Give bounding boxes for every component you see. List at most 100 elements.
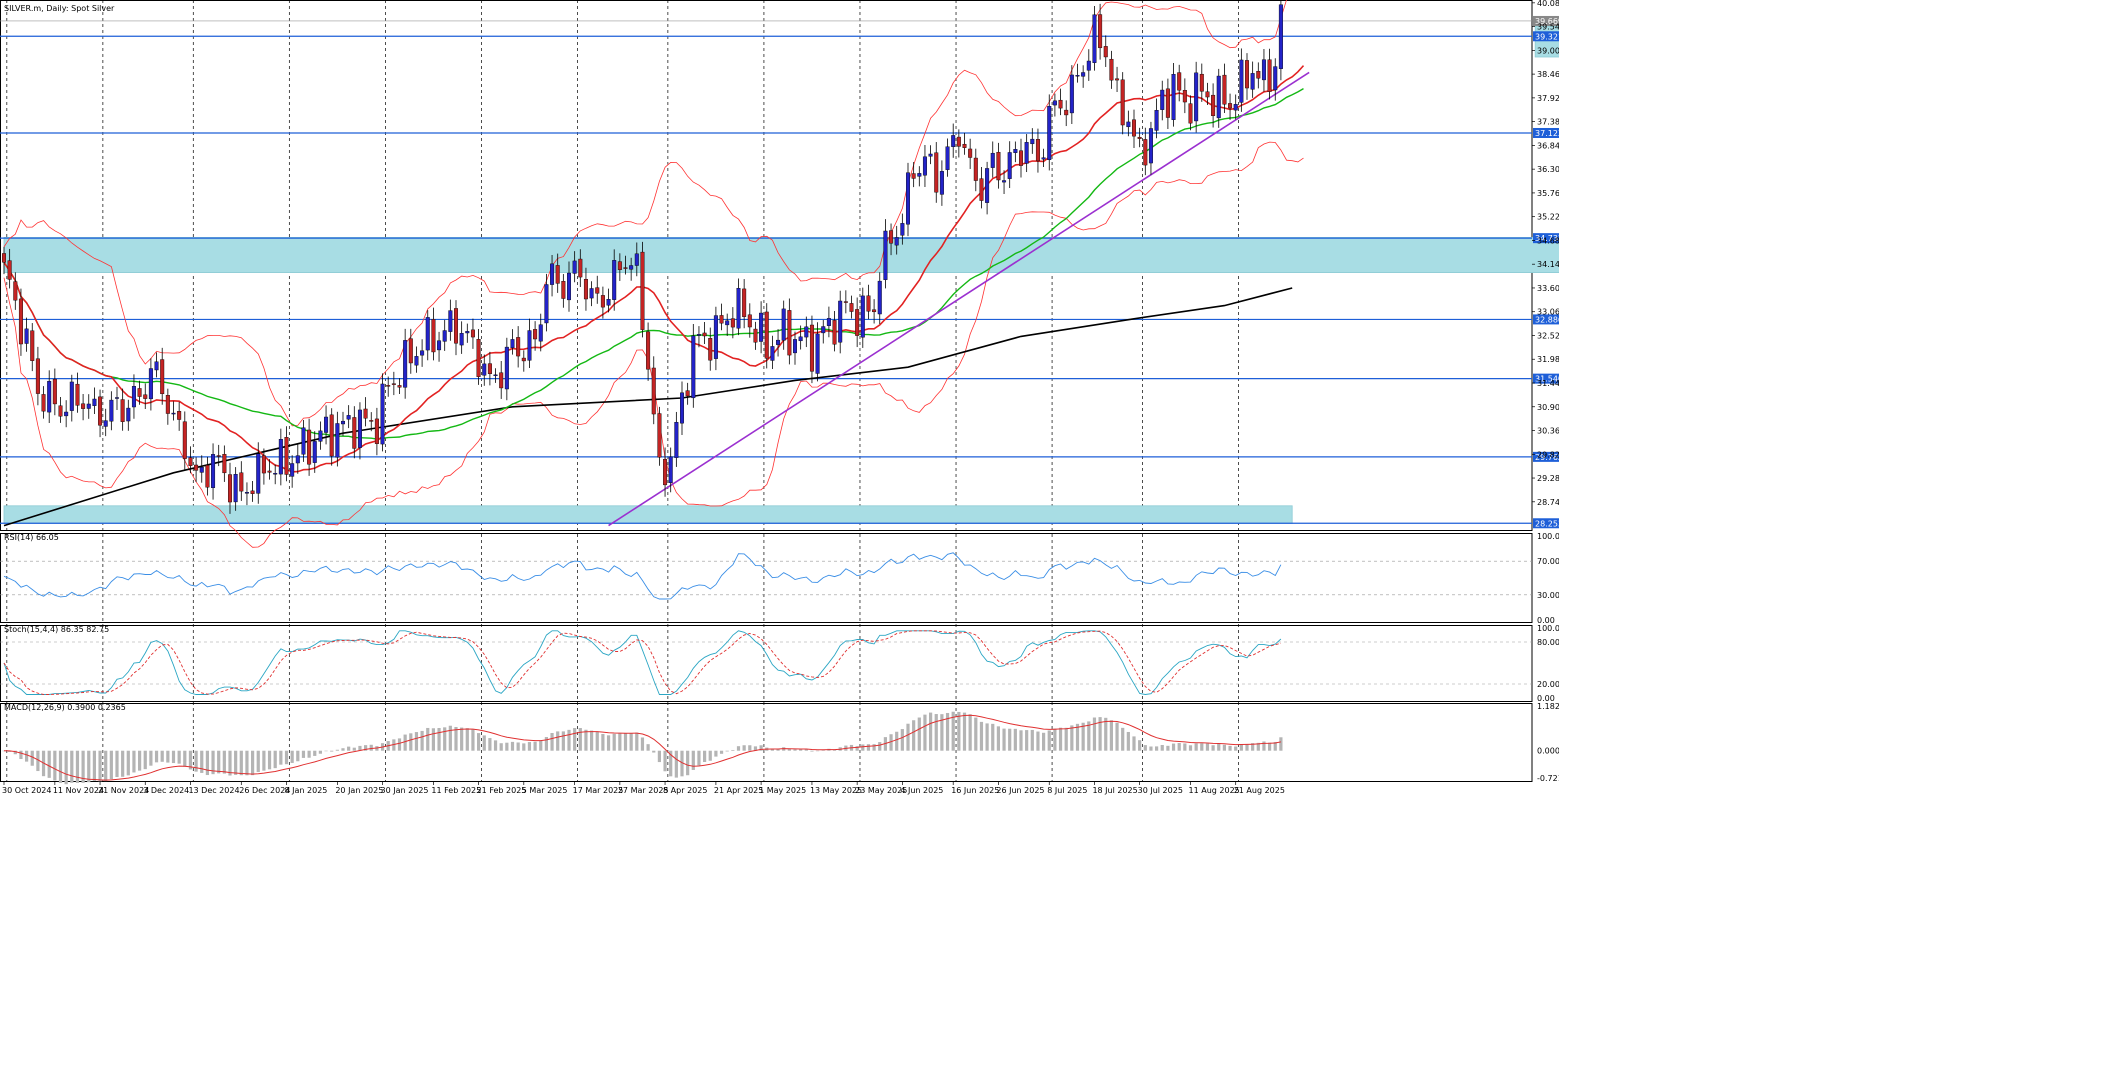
candle-body[interactable]: [1261, 59, 1266, 81]
candle-body[interactable]: [753, 328, 758, 343]
candle-body[interactable]: [1244, 60, 1249, 89]
candle-body[interactable]: [657, 413, 662, 458]
candle-body[interactable]: [52, 378, 57, 405]
candle-body[interactable]: [1137, 136, 1142, 139]
candle-body[interactable]: [69, 381, 74, 411]
candle-body[interactable]: [2, 253, 6, 263]
candle-body[interactable]: [1148, 128, 1153, 164]
candle-body[interactable]: [222, 454, 227, 474]
candle-body[interactable]: [985, 168, 990, 203]
macd-panel[interactable]: 1.1828 0.0000 -0.7218: [2, 702, 1559, 785]
candle-body[interactable]: [555, 265, 560, 284]
candle-body[interactable]: [663, 459, 668, 486]
candle-body[interactable]: [939, 171, 944, 195]
candle-body[interactable]: [1228, 103, 1233, 109]
candle-body[interactable]: [307, 429, 312, 465]
candle-body[interactable]: [171, 412, 176, 415]
candle-body[interactable]: [1273, 66, 1278, 91]
candle-body[interactable]: [730, 318, 735, 328]
candle-body[interactable]: [764, 311, 769, 359]
candle-body[interactable]: [634, 253, 639, 266]
candle-body[interactable]: [98, 396, 103, 426]
candle-body[interactable]: [843, 301, 848, 303]
candle-body[interactable]: [30, 330, 35, 361]
candle-body[interactable]: [742, 288, 747, 317]
candle-body[interactable]: [64, 411, 69, 417]
candle-body[interactable]: [114, 397, 119, 399]
candle-body[interactable]: [261, 455, 266, 474]
candle-body[interactable]: [1171, 74, 1176, 120]
candle-body[interactable]: [1069, 74, 1074, 114]
candle-body[interactable]: [1064, 109, 1069, 116]
candle-body[interactable]: [431, 319, 436, 353]
candle-body[interactable]: [1075, 75, 1080, 77]
candle-body[interactable]: [227, 474, 232, 503]
candle-body[interactable]: [917, 173, 922, 177]
candle-body[interactable]: [1047, 106, 1052, 161]
candle-body[interactable]: [877, 280, 882, 315]
candle-body[interactable]: [380, 383, 385, 445]
candle-body[interactable]: [668, 456, 673, 484]
candle-body[interactable]: [414, 356, 419, 366]
candle-body[interactable]: [776, 339, 781, 345]
candle-body[interactable]: [1041, 157, 1046, 160]
candle-body[interactable]: [386, 385, 391, 387]
candle-body[interactable]: [504, 346, 509, 390]
candle-body[interactable]: [256, 453, 261, 494]
candle-body[interactable]: [459, 333, 464, 346]
candle-body[interactable]: [442, 330, 447, 342]
candle-body[interactable]: [7, 260, 12, 280]
candle-body[interactable]: [177, 411, 182, 420]
candle-body[interactable]: [770, 346, 775, 361]
candle-body[interactable]: [1103, 46, 1108, 58]
candle-body[interactable]: [1002, 180, 1007, 183]
candle-body[interactable]: [702, 332, 707, 337]
candle-body[interactable]: [18, 298, 23, 345]
candle-body[interactable]: [250, 490, 255, 494]
candle-body[interactable]: [798, 336, 803, 342]
candle-body[interactable]: [928, 153, 933, 157]
candle-body[interactable]: [420, 350, 425, 356]
candle-body[interactable]: [13, 281, 18, 301]
candle-body[interactable]: [482, 363, 487, 376]
candle-body[interactable]: [1205, 91, 1210, 98]
candle-body[interactable]: [81, 403, 86, 409]
candle-body[interactable]: [301, 427, 306, 455]
candle-body[interactable]: [1233, 104, 1238, 111]
candle-body[interactable]: [86, 403, 91, 409]
candle-body[interactable]: [696, 334, 701, 336]
candle-body[interactable]: [374, 418, 379, 444]
candle-body[interactable]: [934, 152, 939, 193]
candle-body[interactable]: [1211, 94, 1216, 117]
candle-body[interactable]: [1216, 75, 1221, 119]
candle-body[interactable]: [41, 394, 46, 412]
candle-body[interactable]: [1154, 110, 1159, 131]
candle-body[interactable]: [1092, 14, 1097, 63]
candle-body[interactable]: [160, 359, 165, 395]
candle-body[interactable]: [962, 143, 967, 148]
candle-body[interactable]: [922, 156, 927, 176]
candle-body[interactable]: [216, 455, 221, 457]
candle-body[interactable]: [866, 295, 871, 312]
candle-body[interactable]: [612, 260, 617, 300]
candle-body[interactable]: [335, 423, 340, 458]
candle-body[interactable]: [1194, 72, 1199, 122]
candle-body[interactable]: [425, 317, 430, 351]
candle-body[interactable]: [968, 148, 973, 158]
candle-body[interactable]: [194, 464, 199, 471]
candle-body[interactable]: [397, 385, 402, 388]
candle-body[interactable]: [1239, 59, 1244, 103]
candle-body[interactable]: [708, 337, 713, 361]
candle-body[interactable]: [889, 230, 894, 244]
candle-body[interactable]: [312, 441, 317, 463]
candle-body[interactable]: [1081, 72, 1086, 77]
candle-body[interactable]: [725, 320, 730, 326]
candle-body[interactable]: [719, 315, 724, 324]
candle-body[interactable]: [408, 338, 413, 364]
candle-body[interactable]: [572, 260, 577, 274]
candle-body[interactable]: [1250, 73, 1255, 90]
candle-body[interactable]: [900, 223, 905, 236]
candle-body[interactable]: [154, 361, 159, 371]
candle-body[interactable]: [1109, 58, 1114, 81]
candle-body[interactable]: [804, 326, 809, 338]
